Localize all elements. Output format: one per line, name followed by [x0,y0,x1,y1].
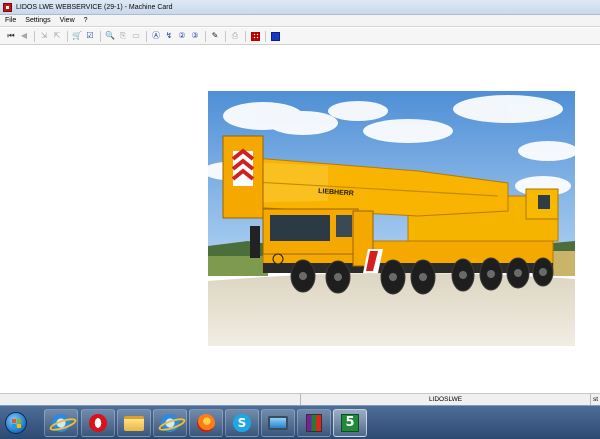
toolbar-separator [67,30,68,42]
search-a-icon[interactable]: Ⓐ [151,31,161,41]
taskbar-skype[interactable] [225,409,259,437]
toolbar-separator [245,30,246,42]
firefox-icon [197,414,215,432]
status-user: LIDOSLWE [300,394,590,405]
winrar-icon [306,414,322,432]
window-title: LIDOS LWE WEBSERVICE (29-1) - Machine Ca… [16,3,173,11]
field [208,256,268,276]
search-3-icon[interactable]: ③ [190,31,200,41]
toolbar: ⏮ ◀ ⇲ ⇱ 🛒 ☑ 🔍 ⎘ ▭ Ⓐ ↯ ② ③ ✎ ⎙ [0,28,600,45]
status-right: st [590,394,600,405]
toolbar-separator [225,30,226,42]
taskbar: 5 [0,405,600,439]
start-button[interactable] [5,412,27,434]
remote-desktop-icon [268,416,288,430]
search-next-icon[interactable]: ↯ [164,31,174,41]
machine-photo: LIEBHERR [208,91,575,346]
first-record-icon[interactable]: ⏮ [6,31,16,41]
toolbar-separator [205,30,206,42]
menu-settings[interactable]: Settings [25,17,50,24]
document-icon[interactable]: ▭ [131,31,141,41]
taskbar-firefox[interactable] [189,409,223,437]
menu-view[interactable]: View [60,17,75,24]
toolbar-separator [146,30,147,42]
blue-square-glyph [270,31,280,41]
blue-square-icon[interactable] [270,31,280,41]
menu-file[interactable]: File [5,17,16,24]
copy-icon[interactable]: ⎘ [118,31,128,41]
menu-bar: File Settings View ? [0,15,600,27]
machine-card-view: LIEBHERR [0,45,600,393]
toolbar-separator [100,30,101,42]
previous-record-icon[interactable]: ◀ [19,31,29,41]
taskbar-file-explorer[interactable] [117,409,151,437]
taskbar-remote-desktop[interactable] [261,409,295,437]
menu-help[interactable]: ? [84,17,88,24]
zoom-icon[interactable]: 🔍 [105,31,115,41]
checklist-icon[interactable]: ☑ [85,31,95,41]
taskbar-internet-explorer[interactable] [44,409,78,437]
file-explorer-icon [124,415,144,431]
cart-icon[interactable]: 🛒 [72,31,82,41]
edit-icon[interactable]: ✎ [210,31,220,41]
grid-icon[interactable] [250,31,260,41]
export-icon[interactable]: ⇱ [52,31,62,41]
opera-icon [89,414,107,432]
grid-icon-glyph [250,31,260,41]
app-5-icon: 5 [341,414,359,432]
title-bar: LIDOS LWE WEBSERVICE (29-1) - Machine Ca… [0,0,600,15]
skype-icon [233,414,251,432]
internet-explorer-2-icon [161,414,179,432]
search-2-icon[interactable]: ② [177,31,187,41]
crane-image: LIEBHERR [208,91,575,346]
status-bar: LIDOSLWE st [0,393,600,405]
toolbar-separator [265,30,266,42]
internet-explorer-icon [52,414,70,432]
print-icon[interactable]: ⎙ [230,31,240,41]
app-icon [3,2,12,12]
taskbar-winrar[interactable] [297,409,331,437]
taskbar-app-5[interactable]: 5 [333,409,367,437]
import-icon[interactable]: ⇲ [39,31,49,41]
taskbar-opera[interactable] [81,409,115,437]
toolbar-separator [34,30,35,42]
taskbar-internet-explorer-2[interactable] [153,409,187,437]
